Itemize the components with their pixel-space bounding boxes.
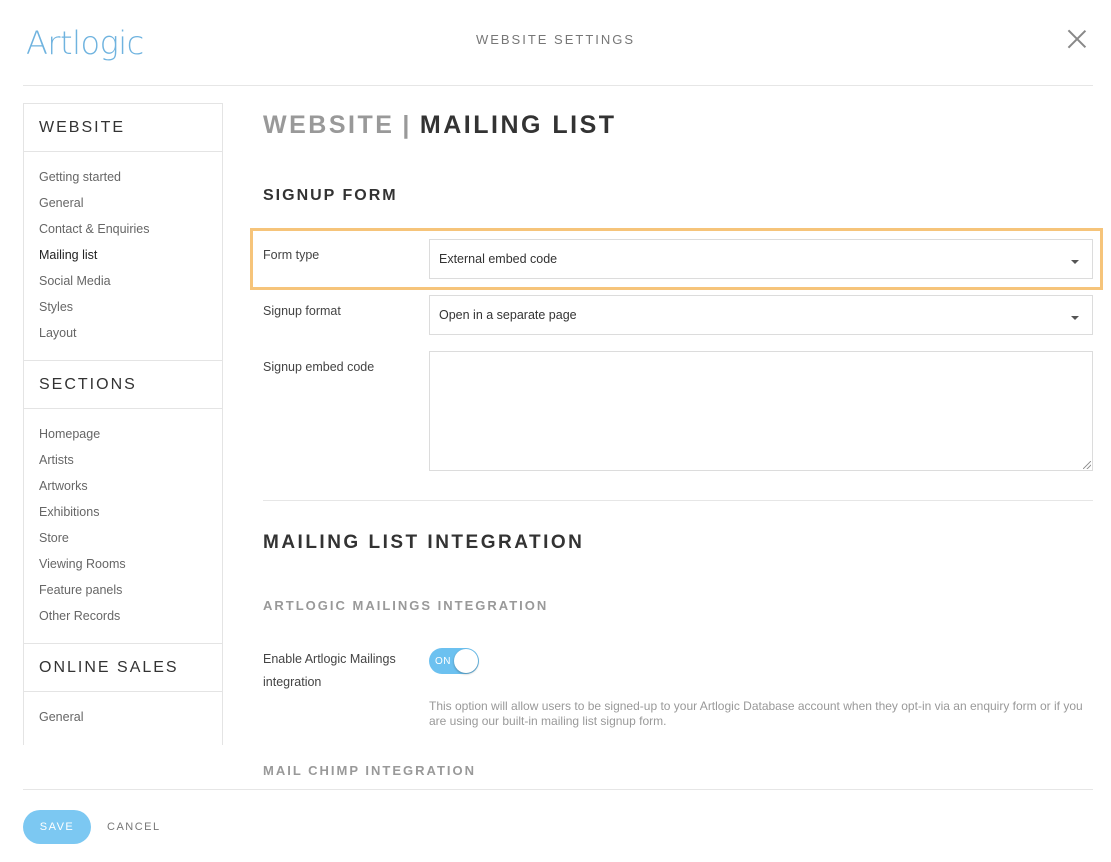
mailing-list-integration-heading: MAILING LIST INTEGRATION — [263, 532, 585, 553]
signup-embed-code-label: Signup embed code — [263, 360, 375, 374]
sidebar-item-getting-started[interactable]: Getting started — [24, 164, 222, 190]
sidebar-item-exhibitions[interactable]: Exhibitions — [24, 499, 222, 525]
cancel-button[interactable]: CANCEL — [107, 821, 161, 833]
sidebar-group-website: WEBSITE Getting started General Contact … — [24, 104, 222, 360]
form-type-value: External embed code — [439, 252, 558, 266]
signup-format-label: Signup format — [263, 304, 341, 318]
window-title: WEBSITE SETTINGS — [475, 32, 636, 47]
sidebar-item-contact-enquiries[interactable]: Contact & Enquiries — [24, 216, 222, 242]
chevron-down-icon — [1071, 260, 1079, 264]
sidebar-item-mailing-list[interactable]: Mailing list — [24, 242, 222, 268]
enable-label-line2: integration — [263, 675, 322, 689]
artlogic-mailings-heading: ARTLOGIC MAILINGS INTEGRATION — [263, 598, 549, 613]
signup-format-select[interactable]: Open in a separate page — [429, 295, 1093, 335]
signup-embed-code-textarea[interactable] — [429, 351, 1093, 471]
resize-handle-icon[interactable] — [1083, 461, 1091, 469]
signup-form-heading: SIGNUP FORM — [263, 187, 398, 204]
page-title-text: MAILING LIST — [419, 111, 617, 139]
header-divider — [23, 85, 1093, 86]
sidebar-item-other-records[interactable]: Other Records — [24, 603, 222, 629]
sidebar-item-homepage[interactable]: Homepage — [24, 421, 222, 447]
form-type-select[interactable]: External embed code — [429, 239, 1093, 279]
close-icon[interactable] — [1066, 28, 1088, 50]
sidebar-item-store[interactable]: Store — [24, 525, 222, 551]
artlogic-mailings-help-text: This option will allow users to be signe… — [429, 699, 1083, 728]
mailchimp-integration-heading: MAIL CHIMP INTEGRATION — [263, 763, 476, 778]
page-title-separator: | — [402, 111, 412, 139]
sidebar-heading: SECTIONS — [24, 361, 222, 409]
section-divider — [263, 500, 1093, 501]
enable-label-line1: Enable Artlogic Mailings — [263, 652, 396, 666]
artlogic-mailings-toggle[interactable]: ON — [429, 648, 479, 674]
signup-format-value: Open in a separate page — [439, 308, 577, 322]
toggle-knob — [454, 649, 478, 673]
sidebar-item-artists[interactable]: Artists — [24, 447, 222, 473]
page-title-prefix: WEBSITE — [263, 111, 395, 139]
enable-artlogic-mailings-label: Enable Artlogic Mailings integration — [263, 648, 396, 694]
sidebar-item-feature-panels[interactable]: Feature panels — [24, 577, 222, 603]
sidebar-item-online-sales-general[interactable]: General — [24, 704, 222, 730]
sidebar-group-online-sales: ONLINE SALES General — [24, 643, 222, 744]
sidebar-item-styles[interactable]: Styles — [24, 294, 222, 320]
sidebar-group-sections: SECTIONS Homepage Artists Artworks Exhib… — [24, 360, 222, 643]
sidebar-item-general[interactable]: General — [24, 190, 222, 216]
settings-sidebar: WEBSITE Getting started General Contact … — [23, 103, 223, 745]
sidebar-item-social-media[interactable]: Social Media — [24, 268, 222, 294]
sidebar-item-viewing-rooms[interactable]: Viewing Rooms — [24, 551, 222, 577]
form-type-label: Form type — [263, 248, 320, 262]
sidebar-heading: ONLINE SALES — [24, 644, 222, 692]
toggle-state-text: ON — [435, 656, 451, 667]
sidebar-heading: WEBSITE — [24, 104, 222, 152]
save-button[interactable]: SAVE — [23, 810, 91, 844]
settings-main: WEBSITE | MAILING LIST SIGNUP FORM Form ty… — [263, 103, 1093, 789]
chevron-down-icon — [1071, 316, 1079, 320]
sidebar-item-layout[interactable]: Layout — [24, 320, 222, 346]
page-title: WEBSITE | MAILING LIST — [263, 111, 617, 140]
sidebar-item-artworks[interactable]: Artworks — [24, 473, 222, 499]
footer-divider — [23, 789, 1093, 790]
